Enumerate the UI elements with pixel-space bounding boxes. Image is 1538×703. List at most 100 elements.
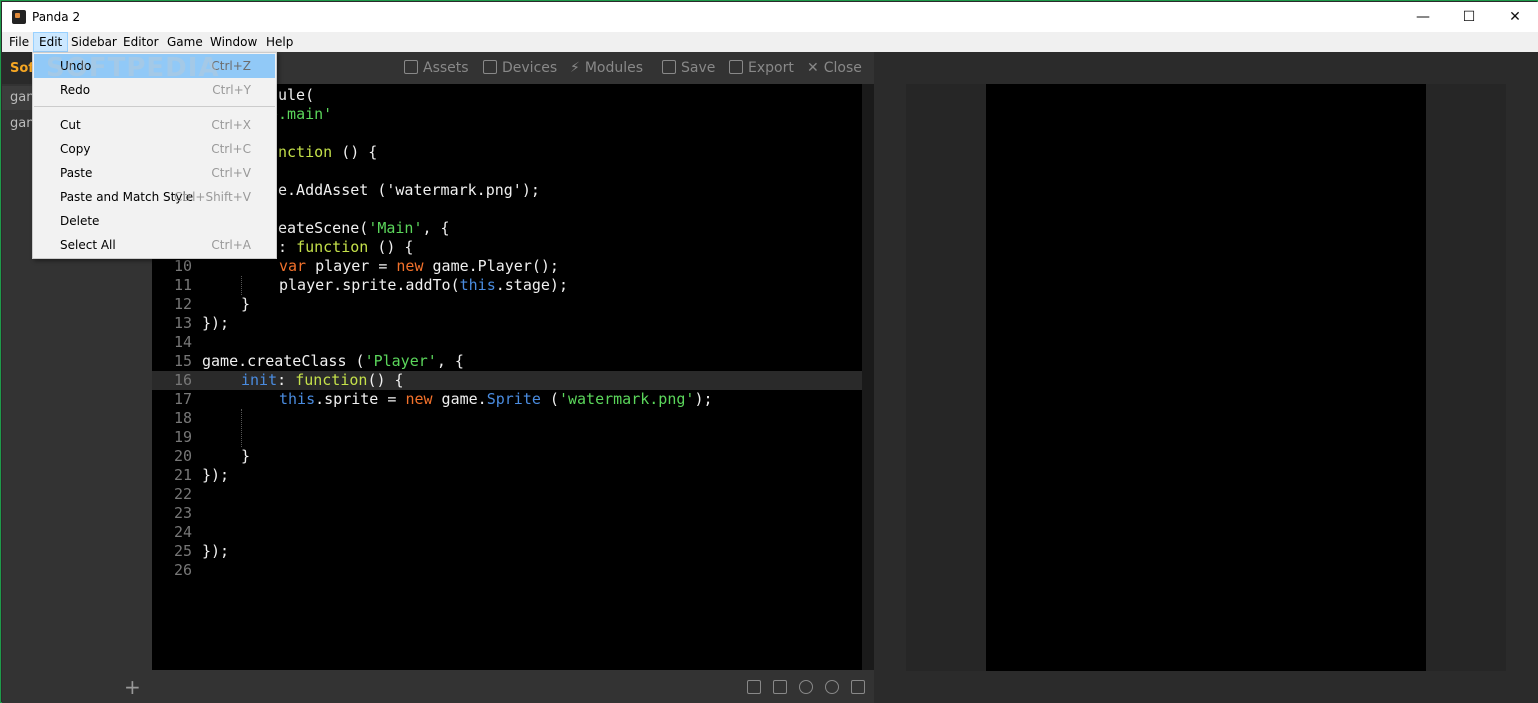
code-line: 17 this.sprite = new game.Sprite ('waterm…	[152, 390, 862, 409]
menu-edit[interactable]: Edit	[33, 32, 69, 52]
preview-frame	[906, 84, 1506, 671]
code-token: player =	[306, 257, 397, 275]
line-number: 13	[173, 314, 192, 332]
code-line: 20}	[152, 447, 862, 466]
code-token: var	[279, 257, 307, 275]
code-token: eateScene(	[278, 219, 369, 237]
game-canvas[interactable]	[986, 84, 1426, 671]
code-token: init	[241, 371, 278, 389]
layout-right-icon[interactable]	[851, 680, 865, 694]
device-icon	[483, 60, 497, 74]
layout-left-icon[interactable]	[747, 680, 761, 694]
code-token: function	[296, 238, 369, 256]
export-button[interactable]: Export	[729, 60, 794, 76]
indent-guide	[241, 409, 242, 447]
code-token: 'watermark.png'	[558, 390, 695, 408]
menu-help[interactable]: Help	[261, 32, 298, 52]
code-text: });	[202, 466, 230, 484]
menu-bar: File Edit Sidebar Editor Game Window Hel…	[2, 32, 1538, 52]
app-window: Panda 2 — ☐ ✕ File Edit Sidebar Editor G…	[0, 0, 1538, 703]
menu-sidebar[interactable]: Sidebar	[66, 32, 122, 52]
line-number: 26	[173, 561, 192, 579]
code-line: 13});	[152, 314, 862, 333]
game-preview-panel	[874, 52, 1538, 703]
line-number: 20	[173, 447, 192, 465]
export-icon	[729, 60, 743, 74]
code-line: 22	[152, 485, 862, 504]
code-token: game.	[432, 390, 487, 408]
line-number: 16	[173, 371, 192, 389]
code-token: .sprite =	[315, 390, 406, 408]
editor-scrollbar[interactable]	[862, 84, 874, 670]
menu-item-cut[interactable]: Cut Ctrl+X	[34, 113, 275, 137]
line-number: 18	[173, 409, 192, 427]
line-number: 21	[173, 466, 192, 484]
code-line: 18	[152, 409, 862, 428]
code-line: 25});	[152, 542, 862, 561]
code-token: game.Player();	[423, 257, 559, 275]
code-token: :	[277, 371, 296, 389]
menu-game[interactable]: Game	[162, 32, 208, 52]
minimize-button[interactable]: —	[1400, 2, 1446, 32]
save-button[interactable]: Save	[662, 60, 715, 76]
code-line: 19	[152, 428, 862, 447]
close-window-button[interactable]: ✕	[1492, 2, 1538, 32]
code-line: 15 game.createClass ('Player', {	[152, 352, 862, 371]
project-title: Sof	[10, 61, 34, 76]
assets-button[interactable]: Assets	[404, 60, 469, 76]
code-token: , {	[436, 352, 464, 370]
editor-statusbar	[152, 670, 874, 703]
menu-window[interactable]: Window	[205, 32, 262, 52]
panda-app-icon	[12, 10, 26, 24]
code-token: .stage);	[495, 276, 568, 294]
zoom-in-icon[interactable]	[825, 680, 839, 694]
menu-item-label: Copy	[60, 142, 91, 156]
indent-guide	[241, 276, 242, 295]
code-text: }	[241, 447, 251, 465]
close-file-button[interactable]: ✕ Close	[807, 60, 862, 76]
code-token: () {	[367, 371, 404, 389]
code-token: new	[405, 390, 433, 408]
code-text: });	[202, 542, 230, 560]
code-line: 21});	[152, 466, 862, 485]
menu-item-shortcut: Ctrl+A	[211, 238, 251, 252]
menu-item-shortcut: Ctrl+C	[211, 142, 251, 156]
code-token: () {	[368, 238, 414, 256]
code-text: e.main'	[269, 105, 333, 123]
code-text: }	[241, 295, 251, 313]
code-token: 'Main'	[368, 219, 423, 237]
menu-file[interactable]: File	[4, 32, 34, 52]
menu-item-delete[interactable]: Delete	[34, 209, 275, 233]
zoom-out-icon[interactable]	[799, 680, 813, 694]
menu-item-label: Select All	[60, 238, 116, 252]
code-token: );	[694, 390, 713, 408]
code-token: :	[278, 238, 297, 256]
maximize-button[interactable]: ☐	[1446, 2, 1492, 32]
code-text: });	[202, 314, 230, 332]
line-number: 14	[173, 333, 192, 351]
close-label: Close	[823, 60, 862, 76]
code-text: e.AddAsset ('watermark.png');	[278, 181, 540, 199]
code-line: 11 player.sprite.addTo(this.stage);	[152, 276, 862, 295]
menu-item-shortcut: Ctrl+Shift+V	[174, 190, 251, 204]
menu-item-paste[interactable]: Paste Ctrl+V	[34, 161, 275, 185]
menu-item-paste-match-style[interactable]: Paste and Match Style Ctrl+Shift+V	[34, 185, 275, 209]
menu-separator	[34, 106, 275, 107]
code-line: 12}	[152, 295, 862, 314]
code-line: 14	[152, 333, 862, 352]
code-token: this	[459, 276, 496, 294]
line-number: 15	[173, 352, 192, 370]
menu-item-label: Cut	[60, 118, 81, 132]
menu-item-copy[interactable]: Copy Ctrl+C	[34, 137, 275, 161]
code-token: 'Player'	[364, 352, 437, 370]
line-number: 12	[173, 295, 192, 313]
devices-button[interactable]: Devices	[483, 60, 557, 76]
modules-label: Modules	[584, 60, 644, 76]
add-file-icon[interactable]: +	[124, 675, 141, 699]
window-title: Panda 2	[32, 10, 81, 24]
menu-item-select-all[interactable]: Select All Ctrl+A	[34, 233, 275, 257]
modules-button[interactable]: ⚡ Modules	[570, 60, 643, 76]
menu-editor[interactable]: Editor	[118, 32, 164, 52]
assets-label: Assets	[423, 60, 469, 76]
image-icon[interactable]	[773, 680, 787, 694]
